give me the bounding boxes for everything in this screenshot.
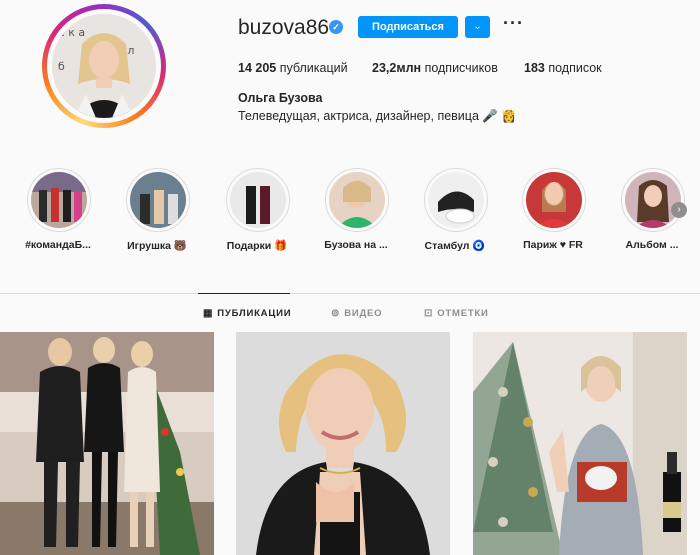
follow-button[interactable]: Подписаться [358,16,458,38]
story-highlight[interactable] [27,168,91,232]
tab-posts[interactable]: ▦ ПУБЛИКАЦИИ [203,308,291,319]
tab-videos-label: ВИДЕО [344,308,383,319]
avatar-inner: е к а ж л б [47,9,161,123]
following-count-label: подписок [548,61,602,75]
tab-posts-label: ПУБЛИКАЦИИ [217,308,292,319]
highlight-thumbnail [230,172,286,228]
profile-full-name: Ольга Бузова [238,91,323,105]
story-highlight[interactable] [522,168,586,232]
story-highlight[interactable] [621,168,685,232]
highlight-thumbnail [428,172,484,228]
verified-badge-icon: ✓ [329,20,343,34]
more-icon: ··· [503,13,524,33]
story-highlight-label: Альбом ... [625,239,679,251]
profile-bio: Телеведущая, актриса, дизайнер, певица 🎤… [238,109,517,123]
followers-count-value: 23,2млн [372,61,422,75]
following-count[interactable]: 183 подписок [524,61,602,75]
highlight-thumbnail [625,172,681,228]
story-highlight-label: Париж ♥ FR [523,239,583,251]
highlight-thumbnail [526,172,582,228]
post-thumbnail[interactable] [473,332,687,555]
posts-count-value: 14 205 [238,61,277,75]
story-highlight[interactable] [226,168,290,232]
highlights-next-button[interactable]: › [671,202,687,218]
tabs-divider [0,293,700,294]
story-highlight[interactable] [424,168,488,232]
story-highlight-label: Бузова на ... [324,239,388,251]
following-count-value: 183 [524,61,545,75]
tab-tagged[interactable]: ⊡ ОТМЕТКИ [424,308,489,319]
highlight-thumbnail [329,172,385,228]
active-tab-indicator [198,293,290,294]
story-highlight[interactable] [126,168,190,232]
profile-avatar-ring[interactable]: е к а ж л б [42,4,166,128]
followers-count[interactable]: 23,2млн подписчиков [372,61,498,75]
highlight-thumbnail [31,172,87,228]
story-highlight[interactable] [325,168,389,232]
svg-text:е к а: е к а [58,26,85,39]
post-thumbnail[interactable] [0,332,214,555]
suggestions-dropdown-button[interactable]: ⌄ [465,16,490,38]
tab-videos[interactable]: ⊚ ВИДЕО [331,308,382,319]
highlight-thumbnail [130,172,186,228]
profile-avatar: е к а ж л б [52,14,156,118]
chevron-down-icon: ⌄ [473,21,482,32]
posts-count: 14 205 публикаций [238,61,348,75]
profile-username: buzova86 [238,16,330,39]
posts-count-label: публикаций [279,61,348,75]
tab-tagged-label: ОТМЕТКИ [437,308,489,319]
story-highlight-label: #командаБ... [25,239,91,251]
tag-icon: ⊡ [424,308,434,319]
grid-icon: ▦ [203,308,214,319]
chevron-right-icon: › [677,204,681,215]
svg-text:б: б [58,60,65,73]
story-highlight-label: Подарки 🎁 [226,240,288,252]
post-thumbnail[interactable] [236,332,450,555]
video-icon: ⊚ [331,308,341,319]
more-options-button[interactable]: ··· [503,13,524,34]
followers-count-label: подписчиков [424,61,498,75]
story-highlight-label: Стамбул 🧿 [424,240,486,252]
story-highlight-label: Игрушка 🐻 [127,240,187,252]
